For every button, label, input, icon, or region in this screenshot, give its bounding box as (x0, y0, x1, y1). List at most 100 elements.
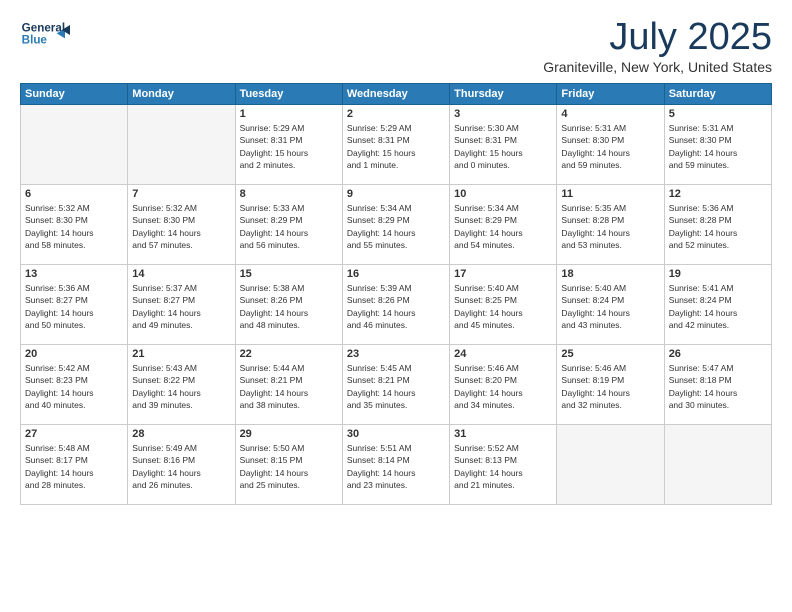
day-info: Sunrise: 5:46 AM Sunset: 8:20 PM Dayligh… (454, 362, 552, 411)
calendar-cell (21, 105, 128, 185)
calendar-cell: 13 Sunrise: 5:36 AM Sunset: 8:27 PM Dayli… (21, 265, 128, 345)
weekday-header-saturday: Saturday (664, 84, 771, 105)
day-number: 15 (240, 268, 338, 280)
day-number: 10 (454, 188, 552, 200)
calendar-cell (664, 425, 771, 505)
day-number: 9 (347, 188, 445, 200)
day-info: Sunrise: 5:38 AM Sunset: 8:26 PM Dayligh… (240, 282, 338, 331)
weekday-header-thursday: Thursday (450, 84, 557, 105)
day-number: 24 (454, 348, 552, 360)
day-number: 25 (561, 348, 659, 360)
calendar-week-1: 1 Sunrise: 5:29 AM Sunset: 8:31 PM Daylig… (21, 105, 772, 185)
weekday-header-row: SundayMondayTuesdayWednesdayThursdayFrid… (21, 84, 772, 105)
calendar-cell: 3 Sunrise: 5:30 AM Sunset: 8:31 PM Daylig… (450, 105, 557, 185)
day-number: 18 (561, 268, 659, 280)
day-info: Sunrise: 5:48 AM Sunset: 8:17 PM Dayligh… (25, 442, 123, 491)
day-info: Sunrise: 5:45 AM Sunset: 8:21 PM Dayligh… (347, 362, 445, 411)
day-number: 17 (454, 268, 552, 280)
day-info: Sunrise: 5:41 AM Sunset: 8:24 PM Dayligh… (669, 282, 767, 331)
calendar-cell: 14Sunrise: 5:37 AM Sunset: 8:27 PM Dayli… (128, 265, 235, 345)
day-number: 31 (454, 428, 552, 440)
day-number: 21 (132, 348, 230, 360)
day-info: Sunrise: 5:33 AM Sunset: 8:29 PM Dayligh… (240, 202, 338, 251)
day-number: 1 (240, 108, 338, 120)
day-info: Sunrise: 5:49 AM Sunset: 8:16 PM Dayligh… (132, 442, 230, 491)
calendar-cell: 8 Sunrise: 5:33 AM Sunset: 8:29 PM Daylig… (235, 185, 342, 265)
day-number: 27 (25, 428, 123, 440)
calendar-cell: 22Sunrise: 5:44 AM Sunset: 8:21 PM Dayli… (235, 345, 342, 425)
calendar-cell: 5Sunrise: 5:31 AM Sunset: 8:30 PM Daylig… (664, 105, 771, 185)
day-number: 20 (25, 348, 123, 360)
day-info: Sunrise: 5:40 AM Sunset: 8:24 PM Dayligh… (561, 282, 659, 331)
calendar-cell: 6Sunrise: 5:32 AM Sunset: 8:30 PM Daylig… (21, 185, 128, 265)
weekday-header-sunday: Sunday (21, 84, 128, 105)
calendar-cell: 24 Sunrise: 5:46 AM Sunset: 8:20 PM Dayli… (450, 345, 557, 425)
calendar-cell: 26 Sunrise: 5:47 AM Sunset: 8:18 PM Dayli… (664, 345, 771, 425)
calendar-cell: 1Sunrise: 5:29 AM Sunset: 8:31 PM Daylig… (235, 105, 342, 185)
day-info: Sunrise: 5:42 AM Sunset: 8:23 PM Dayligh… (25, 362, 123, 411)
day-number: 4 (561, 108, 659, 120)
calendar-cell: 21 Sunrise: 5:43 AM Sunset: 8:22 PM Dayli… (128, 345, 235, 425)
calendar-cell: 12 Sunrise: 5:36 AM Sunset: 8:28 PM Dayli… (664, 185, 771, 265)
page: General Blue July 2025 Graniteville, New… (0, 0, 792, 612)
day-info: Sunrise: 5:36 AM Sunset: 8:28 PM Dayligh… (669, 202, 767, 251)
day-info: Sunrise: 5:47 AM Sunset: 8:18 PM Dayligh… (669, 362, 767, 411)
weekday-header-friday: Friday (557, 84, 664, 105)
day-number: 13 (25, 268, 123, 280)
calendar-week-4: 20 Sunrise: 5:42 AM Sunset: 8:23 PM Dayli… (21, 345, 772, 425)
day-info: Sunrise: 5:35 AM Sunset: 8:28 PM Dayligh… (561, 202, 659, 251)
day-info: Sunrise: 5:34 AM Sunset: 8:29 PM Dayligh… (454, 202, 552, 251)
calendar-cell: 9Sunrise: 5:34 AM Sunset: 8:29 PM Daylig… (342, 185, 449, 265)
day-info: Sunrise: 5:29 AM Sunset: 8:31 PM Dayligh… (347, 122, 445, 171)
header: General Blue July 2025 Graniteville, New… (20, 16, 772, 75)
day-number: 16 (347, 268, 445, 280)
day-info: Sunrise: 5:32 AM Sunset: 8:30 PM Dayligh… (25, 202, 123, 251)
location: Graniteville, New York, United States (543, 59, 772, 75)
day-info: Sunrise: 5:40 AM Sunset: 8:25 PM Dayligh… (454, 282, 552, 331)
day-number: 29 (240, 428, 338, 440)
calendar-cell: 31 Sunrise: 5:52 AM Sunset: 8:13 PM Dayli… (450, 425, 557, 505)
day-number: 22 (240, 348, 338, 360)
svg-text:Blue: Blue (22, 33, 48, 46)
day-number: 3 (454, 108, 552, 120)
logo: General Blue (20, 16, 70, 54)
calendar-cell: 7 Sunrise: 5:32 AM Sunset: 8:30 PM Daylig… (128, 185, 235, 265)
day-info: Sunrise: 5:39 AM Sunset: 8:26 PM Dayligh… (347, 282, 445, 331)
day-info: Sunrise: 5:31 AM Sunset: 8:30 PM Dayligh… (561, 122, 659, 171)
day-number: 30 (347, 428, 445, 440)
calendar-cell: 27 Sunrise: 5:48 AM Sunset: 8:17 PM Dayli… (21, 425, 128, 505)
calendar-cell: 10 Sunrise: 5:34 AM Sunset: 8:29 PM Dayli… (450, 185, 557, 265)
day-number: 11 (561, 188, 659, 200)
day-info: Sunrise: 5:30 AM Sunset: 8:31 PM Dayligh… (454, 122, 552, 171)
title-block: July 2025 Graniteville, New York, United… (543, 16, 772, 75)
logo-icon: General Blue (20, 16, 70, 54)
day-info: Sunrise: 5:52 AM Sunset: 8:13 PM Dayligh… (454, 442, 552, 491)
day-info: Sunrise: 5:43 AM Sunset: 8:22 PM Dayligh… (132, 362, 230, 411)
day-number: 14 (132, 268, 230, 280)
calendar-cell: 23 Sunrise: 5:45 AM Sunset: 8:21 PM Dayli… (342, 345, 449, 425)
day-number: 26 (669, 348, 767, 360)
calendar-cell: 25 Sunrise: 5:46 AM Sunset: 8:19 PM Dayli… (557, 345, 664, 425)
day-number: 5 (669, 108, 767, 120)
calendar-cell: 18 Sunrise: 5:40 AM Sunset: 8:24 PM Dayli… (557, 265, 664, 345)
calendar-cell: 28 Sunrise: 5:49 AM Sunset: 8:16 PM Dayli… (128, 425, 235, 505)
day-info: Sunrise: 5:32 AM Sunset: 8:30 PM Dayligh… (132, 202, 230, 251)
day-info: Sunrise: 5:46 AM Sunset: 8:19 PM Dayligh… (561, 362, 659, 411)
day-info: Sunrise: 5:36 AM Sunset: 8:27 PM Dayligh… (25, 282, 123, 331)
calendar-cell: 4 Sunrise: 5:31 AM Sunset: 8:30 PM Daylig… (557, 105, 664, 185)
weekday-header-monday: Monday (128, 84, 235, 105)
day-number: 8 (240, 188, 338, 200)
calendar-cell: 20 Sunrise: 5:42 AM Sunset: 8:23 PM Dayli… (21, 345, 128, 425)
day-number: 12 (669, 188, 767, 200)
calendar-cell: 29Sunrise: 5:50 AM Sunset: 8:15 PM Dayli… (235, 425, 342, 505)
day-number: 7 (132, 188, 230, 200)
calendar-cell: 19Sunrise: 5:41 AM Sunset: 8:24 PM Dayli… (664, 265, 771, 345)
day-number: 28 (132, 428, 230, 440)
calendar-week-5: 27 Sunrise: 5:48 AM Sunset: 8:17 PM Dayli… (21, 425, 772, 505)
calendar-cell: 11 Sunrise: 5:35 AM Sunset: 8:28 PM Dayli… (557, 185, 664, 265)
day-number: 23 (347, 348, 445, 360)
calendar-cell (128, 105, 235, 185)
month-title: July 2025 (543, 16, 772, 59)
calendar-cell: 16 Sunrise: 5:39 AM Sunset: 8:26 PM Dayli… (342, 265, 449, 345)
day-info: Sunrise: 5:51 AM Sunset: 8:14 PM Dayligh… (347, 442, 445, 491)
